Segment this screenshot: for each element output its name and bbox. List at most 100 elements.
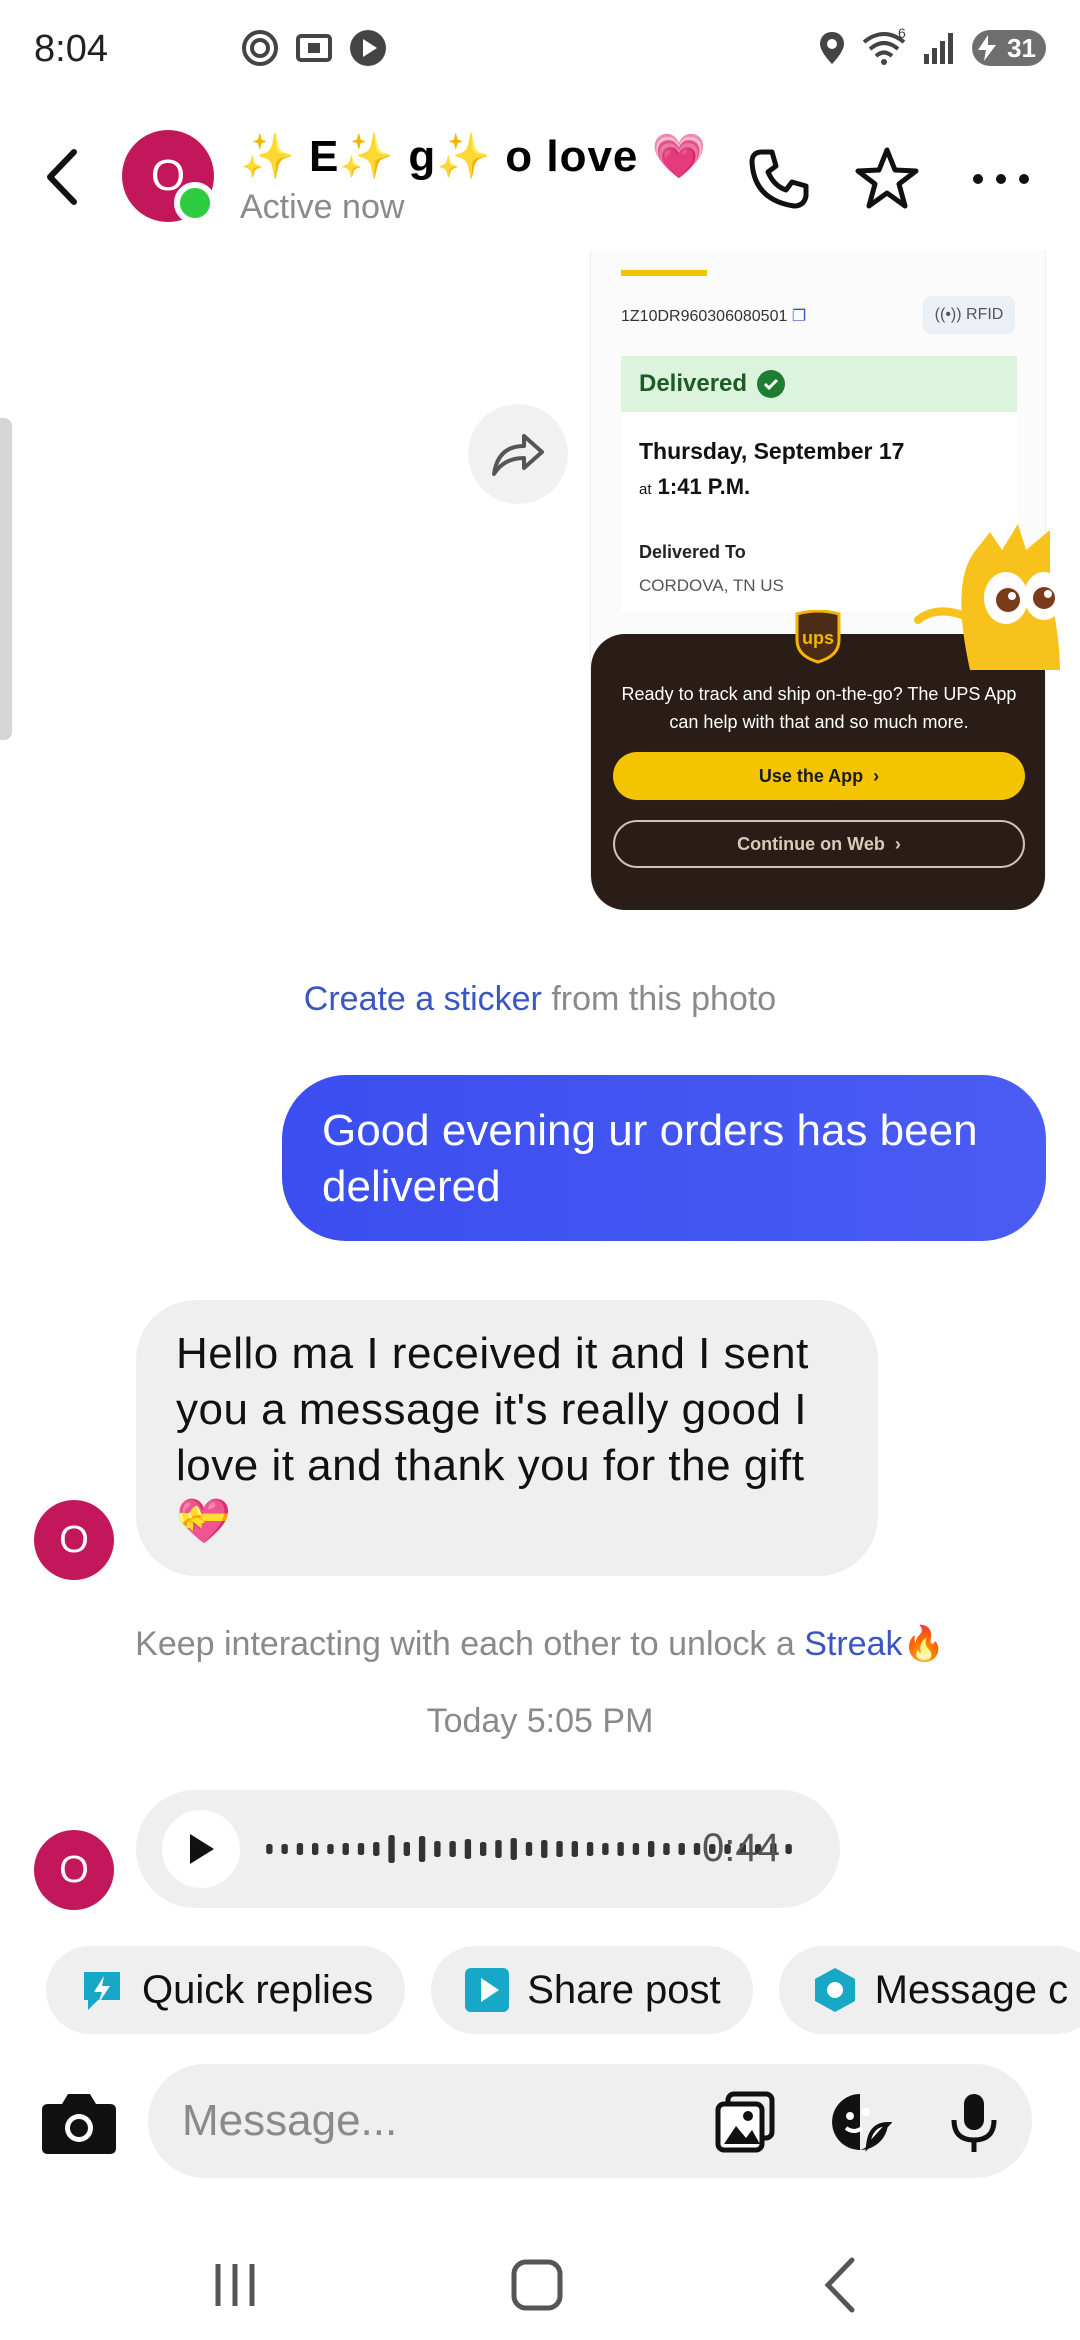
tracking-number: 1Z10DR960306080501 ❐ (621, 308, 807, 325)
waveform-bar (464, 1839, 472, 1859)
continue-web-button[interactable]: Continue on Web › (613, 820, 1025, 868)
delivery-date: Thursday, September 17 (639, 438, 905, 464)
waveform-bar (602, 1843, 609, 1855)
waveform-bar (586, 1842, 594, 1856)
status-bar: 8:04 6 31 (0, 0, 1080, 100)
waveform-bar (266, 1844, 273, 1854)
active-status: Active now (240, 188, 405, 226)
create-sticker-prompt: Create a sticker from this photo (303, 980, 777, 1018)
waveform-bar (296, 1843, 304, 1855)
chat-header: O ✨ E✨ g✨ o love 💗 Active now (0, 110, 1080, 240)
rfid-badge: ((•)) RFID (923, 296, 1015, 334)
composer (0, 2060, 1080, 2180)
waveform-bar (357, 1843, 365, 1855)
wifi-icon: 6 (862, 28, 906, 65)
create-sticker-link[interactable]: Create a sticker (304, 980, 542, 1018)
delivered-city: CORDOVA, TN US (639, 576, 784, 595)
back-icon[interactable] (36, 142, 88, 212)
battery-icon: 31 (972, 30, 1046, 66)
system-nav-bar (0, 2230, 1080, 2340)
online-indicator (174, 182, 216, 224)
back-nav-icon[interactable] (806, 2250, 876, 2320)
chevron-right-icon: › (873, 765, 880, 786)
star-icon[interactable] (852, 144, 922, 214)
waveform-bar (480, 1842, 487, 1856)
waveform-bar (327, 1844, 334, 1854)
recents-icon[interactable] (200, 2250, 270, 2320)
waveform-bar (556, 1841, 563, 1857)
svg-text:ups: ups (802, 628, 834, 648)
waveform-bar (434, 1841, 441, 1857)
location-icon (820, 32, 844, 64)
waveform-bar (342, 1843, 349, 1855)
delivered-status: Delivered (621, 356, 1017, 412)
waveform-bar (418, 1836, 426, 1862)
waveform-bar (693, 1843, 701, 1855)
voice-message[interactable]: 0:44 (136, 1790, 840, 1908)
share-icon (492, 434, 544, 476)
home-icon[interactable] (502, 2250, 572, 2320)
contact-name[interactable]: ✨ E✨ g✨ o love 💗 (240, 130, 707, 182)
play-icon (350, 30, 386, 66)
waveform-bar (617, 1842, 624, 1856)
focus-icon (242, 30, 278, 66)
waveform-bar (510, 1838, 517, 1860)
waveform-bar (632, 1843, 640, 1855)
lightning-icon (78, 1966, 126, 2014)
message-timestamp: Today 5:05 PM (426, 1702, 654, 1740)
suggestion-chips: Quick replies Share post Message c (46, 1946, 1080, 2034)
streak-prompt: Keep interacting with each other to unlo… (135, 1625, 945, 1663)
status-icons-right: 6 31 (818, 28, 1046, 68)
waveform-bar (678, 1843, 685, 1855)
waveform-bar (525, 1842, 533, 1856)
avatar[interactable]: O (34, 1500, 114, 1580)
signal-icon (924, 33, 953, 64)
voice-duration: 0:44 (702, 1826, 780, 1870)
waveform-bar (495, 1840, 502, 1858)
waveform-bar (281, 1844, 288, 1854)
share-post-chip[interactable]: Share post (431, 1946, 753, 2034)
outgoing-message[interactable]: Good evening ur orders has been delivere… (282, 1075, 1046, 1241)
gallery-icon[interactable] (714, 2090, 778, 2154)
delivered-to-label: Delivered To (639, 542, 746, 562)
message-input[interactable] (148, 2064, 1032, 2178)
waveform-bar (785, 1844, 792, 1854)
incoming-message[interactable]: Hello ma I received it and I sent you a … (136, 1300, 878, 1576)
waveform-bar (312, 1843, 319, 1855)
play-square-icon (463, 1966, 511, 2014)
signal-label: 6 (898, 28, 906, 41)
quick-replies-chip[interactable]: Quick replies (46, 1946, 406, 2034)
status-time: 8:04 (34, 28, 108, 70)
delivery-time: at 1:41 P.M. (639, 474, 751, 499)
microphone-icon[interactable] (942, 2090, 1006, 2154)
promo-text: Ready to track and ship on-the-go? The U… (621, 684, 1017, 732)
share-button[interactable] (468, 404, 568, 504)
more-icon[interactable] (966, 144, 1036, 214)
ups-logo: ups (795, 610, 841, 664)
use-app-button[interactable]: Use the App › (613, 752, 1025, 800)
play-icon (190, 1834, 214, 1864)
edge-handle[interactable] (0, 418, 12, 740)
sticker-icon[interactable] (828, 2090, 892, 2154)
phone-icon[interactable] (742, 144, 812, 214)
waveform-bar (403, 1842, 410, 1856)
battery-level: 31 (1007, 32, 1036, 63)
chevron-right-icon: › (894, 833, 901, 854)
waveform-bar (648, 1841, 655, 1857)
mascot-sticker-icon (914, 524, 1064, 670)
waveform-bar (541, 1840, 548, 1858)
tab-indicator (621, 270, 707, 276)
avatar[interactable]: O (34, 1830, 114, 1910)
message-chip[interactable]: Message c (778, 1946, 1080, 2034)
hexagon-icon (811, 1966, 859, 2014)
streak-link[interactable]: Streak (804, 1625, 902, 1663)
waveform-bar (373, 1842, 380, 1856)
waveform-bar (663, 1843, 670, 1855)
play-button[interactable] (162, 1810, 240, 1888)
fire-icon: 🔥 (902, 1625, 945, 1663)
screen-record-icon (296, 34, 332, 62)
waveform-bar (388, 1835, 395, 1863)
camera-icon[interactable] (40, 2090, 118, 2156)
check-icon (757, 370, 786, 398)
status-icons-left (240, 28, 388, 68)
